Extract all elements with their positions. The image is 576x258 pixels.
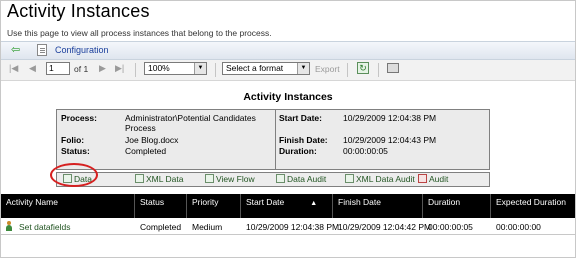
status-value: Completed — [125, 146, 167, 156]
page-number-input[interactable]: 1 — [46, 62, 70, 75]
export-button[interactable]: Export — [315, 64, 340, 74]
data-audit-icon — [276, 174, 285, 183]
start-date-value: 10/29/2009 12:04:38 PM — [343, 113, 437, 123]
report-title: Activity Instances — [243, 91, 333, 103]
xml-data-audit-link-label: XML Data Audit — [356, 174, 415, 184]
table-row: Set datafields Completed Medium 10/29/20… — [1, 218, 575, 235]
table-cell: 10/29/2009 12:04:38 PM — [246, 222, 340, 232]
column-header[interactable]: Status — [135, 194, 187, 218]
configuration-link[interactable]: Configuration — [55, 45, 109, 55]
zoom-value: 100% — [148, 63, 170, 73]
format-select[interactable]: Select a format ▼ — [222, 62, 310, 75]
first-page-icon[interactable]: |◀ — [9, 63, 18, 74]
table-cell: 10/29/2009 12:04:42 PM — [338, 222, 432, 232]
page-subtitle: Use this page to view all process instan… — [7, 28, 272, 38]
folio-value: Joe Blog.docx — [125, 135, 179, 145]
toolbar-divider — [215, 63, 216, 77]
flow-icon — [205, 174, 214, 183]
data-audit-link-label: Data Audit — [287, 174, 327, 184]
xml-icon — [135, 174, 144, 183]
chevron-down-icon: ▼ — [194, 63, 206, 74]
xml-data-audit-link[interactable]: XML Data Audit — [345, 174, 415, 184]
xml-audit-icon — [345, 174, 354, 183]
column-header[interactable]: Expected Duration — [491, 194, 575, 218]
column-header[interactable]: Finish Date — [333, 194, 423, 218]
status-label: Status: — [61, 146, 90, 156]
xml-data-link-label: XML Data — [146, 174, 184, 184]
column-header[interactable]: Duration — [423, 194, 491, 218]
activity-name-link[interactable]: Set datafields — [14, 218, 134, 234]
actions-bar: Data XML Data View Flow Data Audit XML D… — [56, 172, 490, 187]
window-frame: Activity Instances Use this page to view… — [0, 0, 576, 258]
page-count-label: of 1 — [74, 64, 89, 74]
user-icon — [5, 221, 13, 231]
zoom-select[interactable]: 100% ▼ — [144, 62, 207, 75]
report-toolbar: |◀ ◀ 1 of 1 ▶ ▶| 100% ▼ Select a format … — [1, 60, 575, 81]
view-flow-link[interactable]: View Flow — [205, 174, 255, 184]
start-date-label: Start Date: — [279, 113, 322, 123]
process-value: Administrator\Potential Candidates Proce… — [125, 113, 256, 133]
folio-label: Folio: — [61, 135, 85, 145]
toolbar-divider — [378, 63, 379, 77]
table-cell: 00:00:00:05 — [428, 222, 473, 232]
column-header[interactable]: Priority — [187, 194, 241, 218]
process-label: Process: — [61, 113, 97, 123]
data-audit-link[interactable]: Data Audit — [276, 174, 326, 184]
nav-bar: ⇦ Configuration — [1, 41, 575, 60]
toolbar-divider — [347, 63, 348, 77]
back-arrow-icon[interactable]: ⇦ — [11, 45, 23, 56]
toolbar-divider — [135, 63, 136, 77]
print-icon[interactable] — [387, 63, 399, 73]
info-divider — [275, 110, 276, 169]
duration-value: 00:00:00:05 — [343, 146, 388, 156]
page-title: Activity Instances — [7, 1, 150, 21]
refresh-icon[interactable]: ↻ — [357, 62, 369, 74]
view-flow-link-label: View Flow — [216, 174, 255, 184]
process-info-panel: Process: Administrator\Potential Candida… — [56, 109, 490, 170]
audit-icon — [418, 174, 427, 183]
document-icon — [37, 44, 47, 56]
data-highlight-circle — [50, 163, 98, 187]
last-page-icon[interactable]: ▶| — [115, 63, 124, 74]
xml-data-link[interactable]: XML Data — [135, 174, 183, 184]
previous-page-icon[interactable]: ◀ — [29, 63, 36, 74]
column-header[interactable]: Activity Name — [1, 194, 135, 218]
sort-ascending-icon: ▲ — [310, 200, 318, 207]
audit-link-label: Audit — [429, 174, 449, 184]
next-page-icon[interactable]: ▶ — [99, 63, 106, 74]
duration-label: Duration: — [279, 146, 317, 156]
column-header-label: Start Date — [246, 197, 285, 207]
finish-date-label: Finish Date: — [279, 135, 328, 145]
column-header-start-date[interactable]: Start Date ▲ — [241, 194, 333, 218]
finish-date-value: 10/29/2009 12:04:43 PM — [343, 135, 437, 145]
grid-header: Activity Name Status Priority Start Date… — [1, 194, 575, 218]
chevron-down-icon: ▼ — [297, 63, 309, 74]
table-cell: Medium — [192, 222, 223, 232]
audit-link[interactable]: Audit — [418, 174, 448, 184]
format-value: Select a format — [226, 63, 284, 73]
table-cell: 00:00:00:00 — [496, 222, 541, 232]
table-cell: Completed — [140, 222, 182, 232]
